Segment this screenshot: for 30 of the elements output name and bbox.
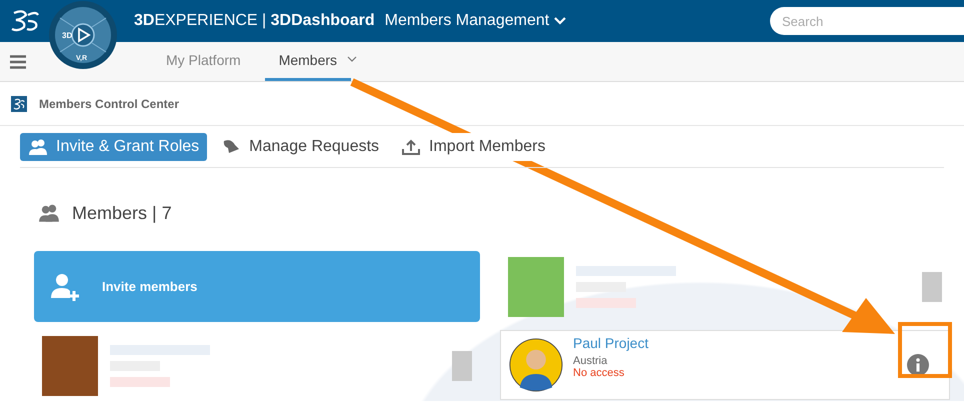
logo-icon xyxy=(10,9,40,33)
members-heading: Members | 7 xyxy=(72,202,172,224)
brand-title: 3DEXPERIENCE | 3DDashboard xyxy=(134,12,375,30)
chevron-icon xyxy=(554,17,566,25)
blurred-text xyxy=(110,376,170,386)
app-title-dropdown[interactable]: Members Management xyxy=(384,12,566,30)
toolbar-button[interactable]: Invite & Grant Roles xyxy=(20,132,208,160)
avatar-icon xyxy=(509,338,563,392)
menu-icon[interactable] xyxy=(10,54,26,68)
people-icon xyxy=(38,204,60,222)
compass-label: 3D xyxy=(62,31,72,40)
upload-icon xyxy=(401,138,422,154)
tab[interactable]: Members xyxy=(264,42,352,81)
tab[interactable]: My Platform xyxy=(152,42,255,81)
member-status: No access xyxy=(573,367,626,379)
blurred-text xyxy=(576,298,636,308)
chevron-icon[interactable] xyxy=(347,56,358,62)
blurred-icon xyxy=(922,272,942,302)
widget-title: Members Control Center xyxy=(39,96,180,110)
member-country: Austria xyxy=(573,355,608,367)
info-icon[interactable] xyxy=(907,354,929,376)
logo-icon xyxy=(11,96,27,112)
member-name[interactable]: Paul Project xyxy=(573,335,648,351)
search-field[interactable]: Search xyxy=(770,7,964,35)
bell-icon xyxy=(221,138,242,154)
add-user-icon xyxy=(50,272,80,302)
highlight-box xyxy=(898,322,952,378)
blurred-icon xyxy=(452,350,472,380)
member-card[interactable]: Paul Project Austria No access xyxy=(500,330,950,400)
people-icon xyxy=(28,138,48,154)
